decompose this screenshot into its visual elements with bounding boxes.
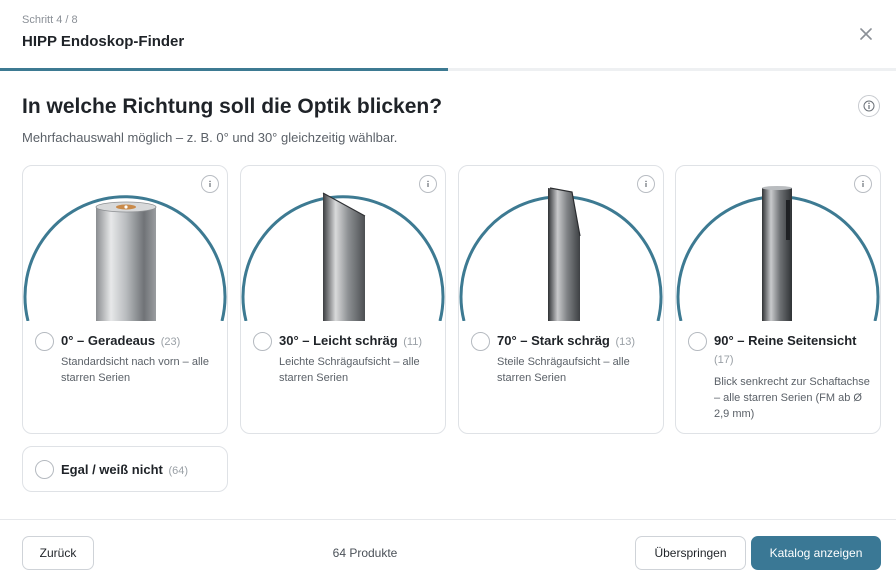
- option-card-90deg[interactable]: 90° – Reine Seitensicht (17) Blick senkr…: [675, 165, 881, 434]
- close-button[interactable]: [856, 24, 876, 44]
- info-icon: [863, 100, 875, 112]
- option-label: Egal / weiß nicht (64): [61, 462, 189, 477]
- option-label: 90° – Reine Seitensicht: [714, 333, 857, 348]
- modal-title: HIPP Endoskop-Finder: [22, 33, 185, 50]
- option-radio[interactable]: [471, 332, 490, 351]
- option-count: (11): [403, 336, 423, 348]
- option-count: (23): [160, 336, 181, 348]
- option-radio[interactable]: [688, 332, 707, 351]
- question-subtitle: Mehrfachauswahl möglich – z. B. 0° und 3…: [22, 130, 398, 145]
- show-catalog-button[interactable]: Katalog anzeigen: [751, 536, 881, 570]
- option-info-button[interactable]: [419, 175, 437, 193]
- option-radio[interactable]: [253, 332, 272, 351]
- close-icon: [860, 28, 872, 40]
- endoscope-90deg-image: [676, 166, 880, 321]
- question-info-button[interactable]: [858, 95, 880, 117]
- option-description: Leichte Schrägaufsicht – alle starren Se…: [279, 356, 420, 384]
- option-radio[interactable]: [35, 332, 54, 351]
- option-label: 0° – Geradeaus (23): [61, 333, 181, 348]
- option-info-button[interactable]: [854, 175, 872, 193]
- option-description: Steile Schrägaufsicht – alle starren Ser…: [497, 356, 630, 384]
- option-count: (13): [615, 336, 636, 348]
- option-card-egal[interactable]: Egal / weiß nicht (64): [22, 446, 228, 492]
- info-icon: [862, 180, 864, 187]
- option-card-30deg[interactable]: 30° – Leicht schräg (11) Leichte Schräga…: [240, 165, 446, 434]
- info-icon: [209, 180, 211, 187]
- option-description: Blick senkrecht zur Schaftachse – alle s…: [714, 376, 870, 420]
- endoscope-0deg-image: [23, 166, 227, 321]
- finder-modal: Schritt 4 / 8 HIPP Endoskop-Finder In we…: [0, 0, 896, 582]
- info-icon: [645, 180, 647, 187]
- option-label: 70° – Stark schräg (13): [497, 333, 636, 348]
- progress-bar: [0, 68, 896, 71]
- option-card-0deg[interactable]: 0° – Geradeaus (23) Standardsicht nach v…: [22, 165, 228, 434]
- endoscope-30deg-image: [241, 166, 445, 321]
- option-info-button[interactable]: [637, 175, 655, 193]
- option-count: (17): [714, 354, 734, 366]
- skip-button[interactable]: Überspringen: [635, 536, 746, 570]
- endoscope-70deg-image: [459, 166, 663, 321]
- question-title: In welche Richtung soll die Optik blicke…: [22, 95, 443, 118]
- option-card-70deg[interactable]: 70° – Stark schräg (13) Steile Schrägauf…: [458, 165, 664, 434]
- option-radio[interactable]: [35, 460, 54, 479]
- option-count: (64): [168, 465, 189, 477]
- modal-header: Schritt 4 / 8 HIPP Endoskop-Finder: [0, 0, 896, 71]
- option-label: 30° – Leicht schräg (11): [279, 333, 423, 348]
- modal-footer: Zurück 64 Produkte Überspringen Katalog …: [0, 519, 896, 582]
- option-info-button[interactable]: [201, 175, 219, 193]
- option-description: Standardsicht nach vorn – alle starren S…: [61, 356, 209, 384]
- step-indicator: Schritt 4 / 8: [22, 14, 78, 26]
- progress-fill: [0, 68, 448, 71]
- product-count: 64 Produkte: [332, 546, 398, 560]
- info-icon: [427, 180, 429, 187]
